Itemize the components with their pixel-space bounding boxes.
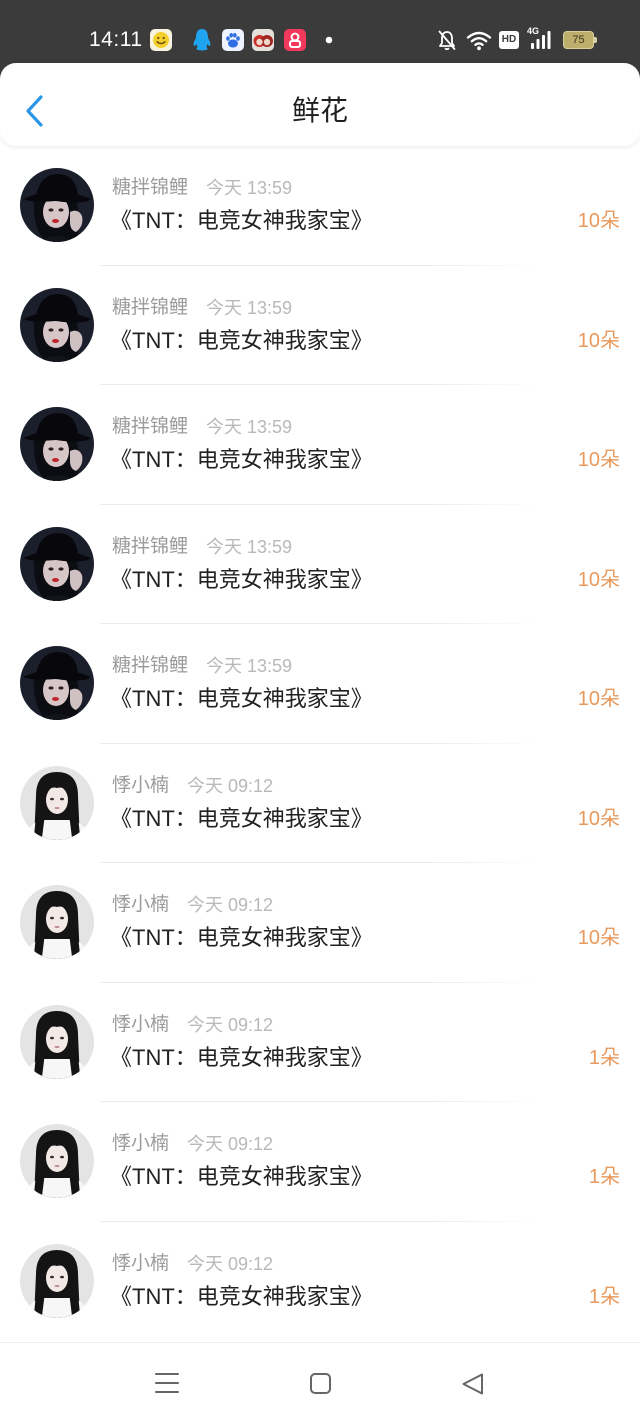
record-meta: 糖拌锦鲤 今天 13:59: [112, 177, 292, 199]
menu-line: [155, 1382, 179, 1384]
user-name[interactable]: 悸小楠: [112, 775, 169, 797]
flower-list: 糖拌锦鲤 今天 13:59 《TNT：电竞女神我家宝》 10朵 糖拌锦鲤 今天 …: [0, 146, 640, 1341]
flower-count: 10朵: [577, 807, 620, 830]
avatar[interactable]: [20, 168, 94, 242]
book-title[interactable]: 《TNT：电竞女神我家宝》: [110, 1045, 373, 1071]
flower-record[interactable]: 糖拌锦鲤 今天 13:59 《TNT：电竞女神我家宝》 10朵: [0, 505, 640, 624]
page: 14:11 HD 4G 75 鲜花 糖拌锦鲤 今天 13:59 《TNT：电竞女…: [0, 0, 640, 1422]
timestamp: 今天 13:59: [206, 297, 293, 318]
book-title[interactable]: 《TNT：电竞女神我家宝》: [110, 1284, 373, 1310]
record-meta: 糖拌锦鲤 今天 13:59: [112, 655, 292, 677]
video-app-icon: [284, 29, 306, 51]
flower-count: 10朵: [577, 927, 620, 949]
flower-record[interactable]: 悸小楠 今天 09:12 《TNT：电竞女神我家宝》 1朵: [0, 1222, 640, 1342]
flower-count: 10朵: [577, 688, 620, 710]
timestamp: 今天 13:59: [206, 536, 293, 557]
menu-line: [155, 1373, 179, 1375]
timestamp: 今天 13:59: [206, 178, 293, 198]
user-name[interactable]: 糖拌锦鲤: [112, 177, 188, 199]
menu-icon[interactable]: [155, 1372, 179, 1394]
hd-icon: HD: [499, 31, 519, 49]
flower-count: 10朵: [577, 329, 620, 352]
wifi-icon: [466, 31, 492, 51]
user-name[interactable]: 糖拌锦鲤: [112, 536, 188, 558]
record-meta: 悸小楠 今天 09:12: [112, 775, 273, 797]
battery-icon: 75: [563, 31, 597, 49]
avatar[interactable]: [20, 1004, 94, 1079]
user-name[interactable]: 糖拌锦鲤: [112, 416, 188, 438]
user-name[interactable]: 悸小楠: [112, 1253, 169, 1275]
timestamp: 今天 09:12: [187, 775, 274, 796]
record-meta: 糖拌锦鲤 今天 13:59: [112, 297, 292, 319]
book-title[interactable]: 《TNT：电竞女神我家宝》: [110, 925, 373, 951]
book-title[interactable]: 《TNT：电竞女神我家宝》: [110, 208, 373, 234]
baidu-icon: [222, 29, 244, 51]
record-meta: 悸小楠 今天 09:12: [112, 1253, 273, 1275]
timestamp: 今天 09:12: [187, 1014, 274, 1035]
timestamp: 今天 09:12: [187, 1134, 274, 1154]
back-triangle-icon[interactable]: [460, 1372, 485, 1396]
home-square-icon[interactable]: [310, 1373, 331, 1394]
bell-muted-icon: [438, 30, 456, 51]
timestamp: 今天 13:59: [206, 417, 293, 437]
flower-count: 10朵: [577, 449, 620, 471]
avatar[interactable]: [20, 1124, 94, 1198]
book-title[interactable]: 《TNT：电竞女神我家宝》: [110, 567, 373, 593]
flower-record[interactable]: 糖拌锦鲤 今天 13:59 《TNT：电竞女神我家宝》 10朵: [0, 624, 640, 744]
user-name[interactable]: 糖拌锦鲤: [112, 297, 188, 319]
flower-record[interactable]: 悸小楠 今天 09:12 《TNT：电竞女神我家宝》 10朵: [0, 863, 640, 983]
flower-count: 10朵: [577, 568, 620, 591]
system-nav-bar: [0, 1342, 640, 1422]
timestamp: 今天 13:59: [206, 656, 293, 676]
flower-count: 1朵: [588, 1166, 620, 1188]
page-title: 鲜花: [291, 95, 348, 126]
avatar[interactable]: [20, 1243, 94, 1318]
flower-count: 10朵: [577, 210, 620, 232]
book-title[interactable]: 《TNT：电竞女神我家宝》: [110, 686, 373, 712]
avatar[interactable]: [20, 646, 94, 720]
record-meta: 糖拌锦鲤 今天 13:59: [112, 536, 292, 558]
flower-count: 1朵: [588, 1285, 620, 1308]
battery-cap: [594, 37, 597, 43]
timestamp: 今天 09:12: [187, 895, 274, 915]
user-name[interactable]: 悸小楠: [112, 1014, 169, 1036]
flower-record[interactable]: 悸小楠 今天 09:12 《TNT：电竞女神我家宝》 1朵: [0, 983, 640, 1102]
flower-record[interactable]: 悸小楠 今天 09:12 《TNT：电竞女神我家宝》 10朵: [0, 744, 640, 863]
header: 鲜花: [0, 63, 640, 146]
flower-count: 1朵: [588, 1046, 620, 1069]
flower-record[interactable]: 悸小楠 今天 09:12 《TNT：电竞女神我家宝》 1朵: [0, 1102, 640, 1222]
flower-record[interactable]: 糖拌锦鲤 今天 13:59 《TNT：电竞女神我家宝》 10朵: [0, 146, 640, 266]
menu-line: [155, 1391, 179, 1393]
book-title[interactable]: 《TNT：电竞女神我家宝》: [110, 328, 373, 354]
timestamp: 今天 09:12: [187, 1253, 274, 1274]
avatar[interactable]: [20, 885, 94, 959]
battery-level: 75: [572, 34, 585, 46]
record-meta: 悸小楠 今天 09:12: [112, 1133, 273, 1155]
record-meta: 悸小楠 今天 09:12: [112, 1014, 273, 1036]
anime-app-icon: [252, 29, 274, 51]
flower-record[interactable]: 糖拌锦鲤 今天 13:59 《TNT：电竞女神我家宝》 10朵: [0, 385, 640, 505]
record-meta: 悸小楠 今天 09:12: [112, 894, 273, 916]
user-name[interactable]: 糖拌锦鲤: [112, 655, 188, 677]
smiley-chat-app-icon: [150, 29, 172, 51]
avatar[interactable]: [20, 287, 94, 362]
user-name[interactable]: 悸小楠: [112, 1133, 169, 1155]
avatar[interactable]: [20, 526, 94, 601]
record-meta: 糖拌锦鲤 今天 13:59: [112, 416, 292, 438]
book-title[interactable]: 《TNT：电竞女神我家宝》: [110, 1164, 373, 1190]
avatar[interactable]: [20, 407, 94, 481]
signal-icon: [531, 31, 551, 49]
book-title[interactable]: 《TNT：电竞女神我家宝》: [110, 806, 373, 832]
more-dot-icon: [325, 36, 333, 44]
user-name[interactable]: 悸小楠: [112, 894, 169, 916]
flower-record[interactable]: 糖拌锦鲤 今天 13:59 《TNT：电竞女神我家宝》 10朵: [0, 266, 640, 385]
status-time: 14:11: [89, 28, 143, 51]
qq-icon: [193, 29, 211, 51]
avatar[interactable]: [20, 765, 94, 840]
book-title[interactable]: 《TNT：电竞女神我家宝》: [110, 447, 373, 473]
